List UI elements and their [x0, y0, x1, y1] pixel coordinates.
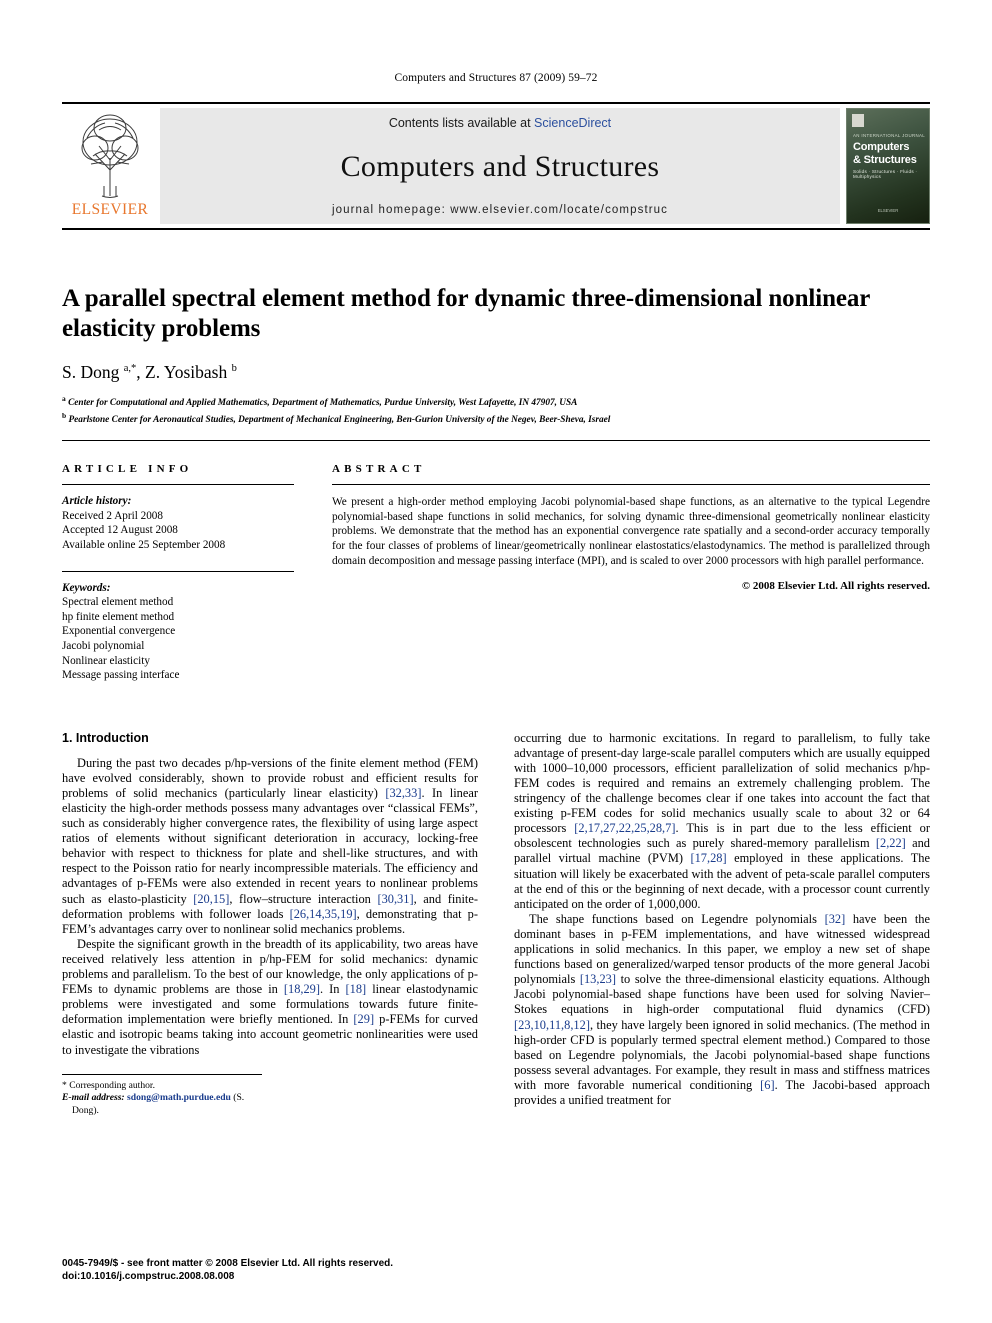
- article-info-rule: [62, 484, 294, 486]
- affiliation-b: b Pearlstone Center for Aeronautical Stu…: [62, 410, 611, 425]
- contents-prefix: Contents lists available at: [388, 116, 535, 130]
- article-info-panel: ARTICLE INFO Article history: Received 2…: [62, 463, 294, 683]
- affiliation-a: a Center for Computational and Applied M…: [62, 394, 578, 409]
- email-note: E-mail address: sdong@math.purdue.edu (S…: [62, 1092, 262, 1117]
- abstract-heading: ABSTRACT: [332, 463, 426, 476]
- footnote-block: * Corresponding author. E-mail address: …: [62, 1073, 262, 1118]
- email-link[interactable]: sdong@math.purdue.edu: [127, 1092, 231, 1103]
- cover-title: Computers & Structures: [853, 141, 925, 166]
- cover-title-line2: & Structures: [853, 153, 917, 166]
- paragraph-text: , flow–structure interaction: [229, 891, 378, 906]
- journal-homepage-link[interactable]: journal homepage: www.elsevier.com/locat…: [332, 204, 668, 216]
- keyword-item: Spectral element method: [62, 596, 174, 609]
- cover-footer: ELSEVIER: [877, 208, 899, 213]
- journal-cover-thumbnail: AN INTERNATIONAL JOURNAL Computers & Str…: [846, 108, 930, 224]
- elsevier-wordmark: ELSEVIER: [71, 201, 149, 218]
- affiliation-b-text: Pearlstone Center for Aeronautical Studi…: [68, 414, 611, 425]
- citation-link[interactable]: [17,28]: [690, 851, 726, 865]
- abstract-panel: ABSTRACT We present a high-order method …: [332, 463, 930, 683]
- keyword-item: Jacobi polynomial: [62, 639, 145, 652]
- elsevier-tree-icon: [81, 114, 139, 198]
- citation-link[interactable]: [32]: [825, 912, 846, 926]
- email-label: E-mail address:: [62, 1092, 125, 1104]
- keyword-item: Nonlinear elasticity: [62, 654, 150, 667]
- paper-page: Computers and Structures 87 (2009) 59–72: [0, 0, 992, 1323]
- cover-subtitle: Solids · Structures · Fluids · Multiphys…: [853, 169, 918, 179]
- citation-link[interactable]: [13,23]: [580, 972, 616, 986]
- paragraph-text: occurring due to harmonic excitations. I…: [514, 730, 930, 836]
- available-online-date: Available online 25 September 2008: [62, 538, 226, 551]
- contents-list-line: Contents lists available at ScienceDirec…: [389, 116, 611, 130]
- journal-title: Computers and Structures: [340, 150, 660, 183]
- citation-link[interactable]: [18,29]: [284, 982, 320, 996]
- article-history-label: Article history:: [62, 495, 132, 508]
- paragraph: occurring due to harmonic excitations. I…: [514, 731, 930, 912]
- body-columns: 1. Introduction During the past two deca…: [62, 731, 930, 1118]
- info-abstract-section: ARTICLE INFO Article history: Received 2…: [62, 463, 930, 683]
- author-list: S. Dong a,*, Z. Yosibash b: [62, 362, 237, 382]
- abstract-text: We present a high-order method employing…: [332, 496, 930, 567]
- paragraph-text: . In linear elasticity the high-order me…: [62, 785, 478, 906]
- paragraph-text: . In: [320, 982, 346, 997]
- received-date: Received 2 April 2008: [62, 509, 163, 522]
- journal-masthead: ELSEVIER Contents lists available at Sci…: [62, 102, 930, 230]
- citation-link[interactable]: [32,33]: [385, 786, 421, 800]
- cover-eyebrow: AN INTERNATIONAL JOURNAL: [853, 133, 926, 138]
- running-head: Computers and Structures 87 (2009) 59–72: [394, 72, 598, 84]
- corresponding-author-note: * Corresponding author.: [62, 1079, 155, 1091]
- keyword-item: Message passing interface: [62, 669, 180, 682]
- paragraph: During the past two decades p/hp-version…: [62, 756, 478, 937]
- citation-link[interactable]: [23,10,11,8,12]: [514, 1018, 590, 1032]
- keywords-label: Keywords:: [62, 581, 111, 594]
- affiliation-a-text: Center for Computational and Applied Mat…: [68, 398, 578, 409]
- paragraph: The shape functions based on Legendre po…: [514, 912, 930, 1108]
- body-column-left: 1. Introduction During the past two deca…: [62, 731, 478, 1118]
- elsevier-logo: ELSEVIER: [62, 104, 158, 228]
- keywords-block: Keywords: Spectral element method hp fin…: [62, 581, 294, 683]
- abstract-copyright: © 2008 Elsevier Ltd. All rights reserved…: [741, 580, 930, 593]
- abstract-rule: [332, 484, 930, 486]
- citation-link[interactable]: [2,17,27,22,25,28,7]: [574, 821, 675, 835]
- citation-link[interactable]: [18]: [346, 982, 367, 996]
- affiliations: a Center for Computational and Applied M…: [62, 393, 930, 426]
- title-divider: [62, 440, 930, 442]
- page-footer: 0045-7949/$ - see front matter © 2008 El…: [62, 1257, 393, 1283]
- citation-link[interactable]: [29]: [353, 1012, 374, 1026]
- accepted-date: Accepted 12 August 2008: [62, 524, 178, 537]
- doi-line: doi:10.1016/j.compstruc.2008.08.008: [62, 1271, 235, 1282]
- keywords-rule: [62, 570, 294, 572]
- title-block: A parallel spectral element method for d…: [62, 284, 930, 426]
- citation-link[interactable]: [20,15]: [193, 892, 229, 906]
- section-heading-introduction: 1. Introduction: [62, 730, 149, 745]
- body-column-right: occurring due to harmonic excitations. I…: [514, 731, 930, 1118]
- citation-link[interactable]: [2,22]: [876, 836, 906, 850]
- cover-title-line1: Computers: [853, 141, 910, 153]
- citation-link[interactable]: [26,14,35,19]: [290, 907, 357, 921]
- article-info-heading: ARTICLE INFO: [62, 463, 193, 476]
- citation-link[interactable]: [30,31]: [377, 892, 413, 906]
- issn-copyright-line: 0045-7949/$ - see front matter © 2008 El…: [62, 1258, 394, 1269]
- article-history: Article history: Received 2 April 2008 A…: [62, 494, 294, 552]
- cover-publisher-badge-icon: [852, 114, 864, 127]
- paragraph-text: The shape functions based on Legendre po…: [529, 911, 825, 926]
- keyword-item: Exponential convergence: [62, 625, 176, 638]
- keyword-item: hp finite element method: [62, 610, 175, 623]
- citation-link[interactable]: [6]: [760, 1078, 774, 1092]
- masthead-center: Contents lists available at ScienceDirec…: [160, 108, 840, 224]
- page-title: A parallel spectral element method for d…: [62, 285, 870, 342]
- sciencedirect-link[interactable]: ScienceDirect: [534, 116, 611, 130]
- paragraph: Despite the significant growth in the br…: [62, 937, 478, 1058]
